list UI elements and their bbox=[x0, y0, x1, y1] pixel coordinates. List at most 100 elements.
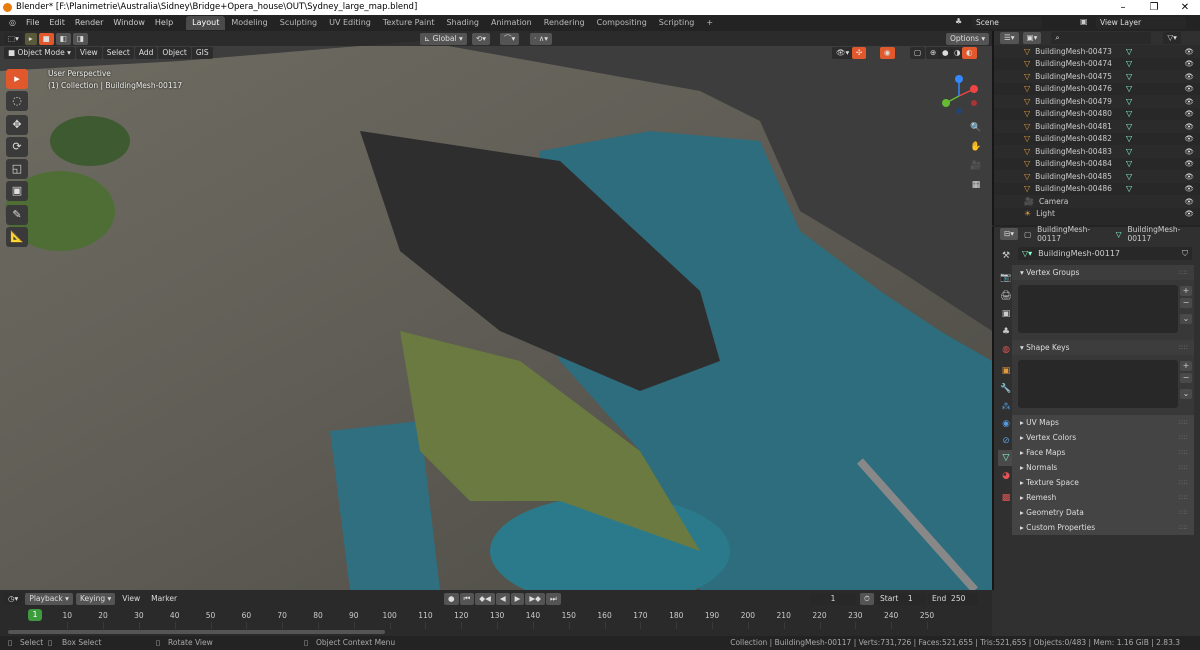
drag-handle-icon[interactable]: :::: bbox=[1179, 520, 1188, 535]
proportional-edit-button[interactable]: · ∧▾ bbox=[530, 33, 553, 45]
visibility-eye-icon[interactable]: 👁 bbox=[1184, 134, 1194, 143]
navigation-gizmo[interactable] bbox=[936, 73, 982, 119]
tab-texture-paint[interactable]: Texture Paint bbox=[377, 16, 441, 30]
add-workspace-button[interactable]: + bbox=[700, 16, 719, 30]
remove-shape-key-button[interactable]: − bbox=[1180, 373, 1192, 383]
visibility-eye-icon[interactable]: 👁 bbox=[1184, 84, 1194, 93]
menu-view[interactable]: View bbox=[75, 47, 102, 59]
tool-measure[interactable]: 📐 bbox=[6, 227, 28, 247]
mode-dropdown[interactable]: ■ Object Mode ▾ bbox=[4, 47, 75, 59]
tool-annotate[interactable]: ✎ bbox=[6, 205, 28, 225]
zoom-view-icon[interactable]: 🔍 bbox=[968, 120, 984, 136]
preview-range-icon[interactable]: ⏱ bbox=[860, 593, 874, 605]
jump-end-button[interactable]: ⏭ bbox=[545, 593, 561, 605]
menu-edit[interactable]: Edit bbox=[44, 15, 70, 31]
tab-modeling[interactable]: Modeling bbox=[225, 16, 273, 30]
visibility-eye-icon[interactable]: 👁 bbox=[1184, 184, 1194, 193]
timeline-editor-type-icon[interactable]: ◷▾ bbox=[4, 593, 23, 605]
visibility-eye-icon[interactable]: 👁 bbox=[1184, 147, 1194, 156]
scene-field[interactable]: Scene bbox=[972, 17, 1042, 29]
outliner-item-light[interactable]: ☀ Light 👁 bbox=[994, 208, 1200, 221]
editor-type-icon[interactable]: ⬚▾ bbox=[4, 32, 23, 45]
panel-vertex-groups[interactable]: ▾ Vertex Groups:::: bbox=[1012, 265, 1194, 280]
select-mode-new-icon[interactable]: ■ bbox=[38, 32, 54, 45]
outliner-item[interactable]: ▽ BuildingMesh-00480 ▽ 👁 bbox=[994, 108, 1200, 121]
blender-menu-icon[interactable]: ◎ bbox=[4, 15, 21, 31]
menu-add[interactable]: Add bbox=[134, 47, 158, 59]
outliner-item[interactable]: ▽ BuildingMesh-00473 ▽ 👁 bbox=[994, 45, 1200, 58]
drag-handle-icon[interactable]: :::: bbox=[1179, 340, 1188, 355]
outliner-item[interactable]: ▽ BuildingMesh-00483 ▽ 👁 bbox=[994, 145, 1200, 158]
options-dropdown[interactable]: Options ▾ bbox=[946, 33, 990, 45]
outliner-item-camera[interactable]: 🎥 Camera 👁 bbox=[994, 195, 1200, 208]
next-keyframe-button[interactable]: ▶◆ bbox=[525, 593, 545, 605]
tool-transform[interactable]: ▣ bbox=[6, 181, 28, 201]
vertex-groups-list[interactable] bbox=[1018, 285, 1178, 333]
menu-object[interactable]: Object bbox=[158, 47, 191, 59]
outliner-item[interactable]: ▽ BuildingMesh-00484 ▽ 👁 bbox=[994, 158, 1200, 171]
drag-handle-icon[interactable]: :::: bbox=[1179, 475, 1188, 490]
outliner-item[interactable]: ▽ BuildingMesh-00475 ▽ 👁 bbox=[994, 70, 1200, 83]
menu-render[interactable]: Render bbox=[70, 15, 108, 31]
tool-rotate[interactable]: ⟳ bbox=[6, 137, 28, 157]
visibility-eye-icon[interactable]: 👁 bbox=[1184, 209, 1194, 218]
visibility-dropdown[interactable]: 👁▾ bbox=[832, 47, 854, 59]
tool-scale[interactable]: ◱ bbox=[6, 159, 28, 179]
outliner-search-input[interactable]: ⌕ bbox=[1051, 32, 1152, 44]
perspective-toggle-icon[interactable]: ▦ bbox=[968, 177, 984, 193]
select-mode-extend-icon[interactable]: ◧ bbox=[55, 32, 71, 45]
editor-type-dropdown[interactable]: ⊟▾ bbox=[1000, 228, 1019, 240]
timeline-scrollbar[interactable] bbox=[8, 630, 385, 634]
overlay-toggle[interactable]: ◉ bbox=[880, 47, 895, 59]
select-mode-subtract-icon[interactable]: ◨ bbox=[72, 32, 88, 45]
tool-select-box[interactable]: ▸ bbox=[6, 69, 28, 89]
tab-compositing[interactable]: Compositing bbox=[591, 16, 653, 30]
visibility-eye-icon[interactable]: 👁 bbox=[1184, 59, 1194, 68]
shape-keys-list[interactable] bbox=[1018, 360, 1178, 408]
camera-view-icon[interactable]: 🎥 bbox=[968, 158, 984, 174]
tool-move[interactable]: ✥ bbox=[6, 115, 28, 135]
restore-button[interactable]: ❐ bbox=[1139, 0, 1169, 15]
outliner-item[interactable]: ▽ BuildingMesh-00476 ▽ 👁 bbox=[994, 83, 1200, 96]
panel-geometry-data[interactable]: ▸ Geometry Data:::: bbox=[1012, 505, 1194, 520]
play-reverse-button[interactable]: ◀ bbox=[495, 593, 510, 605]
record-button[interactable]: ● bbox=[444, 593, 459, 605]
filter-icon[interactable]: ▽▾ bbox=[1163, 32, 1181, 44]
outliner-item[interactable]: ▽ BuildingMesh-00481 ▽ 👁 bbox=[994, 120, 1200, 133]
tool-cursor[interactable]: ◌ bbox=[6, 91, 28, 111]
drag-handle-icon[interactable]: :::: bbox=[1179, 460, 1188, 475]
outliner-filter-dropdown[interactable]: ▣▾ bbox=[1022, 32, 1042, 44]
outliner-item[interactable]: ▽ BuildingMesh-00482 ▽ 👁 bbox=[994, 133, 1200, 146]
menu-timeline-view[interactable]: View bbox=[118, 593, 144, 605]
prev-keyframe-button[interactable]: ◆◀ bbox=[475, 593, 495, 605]
tab-animation[interactable]: Animation bbox=[485, 16, 538, 30]
drag-handle-icon[interactable]: :::: bbox=[1179, 490, 1188, 505]
panel-normals[interactable]: ▸ Normals:::: bbox=[1012, 460, 1194, 475]
current-frame-field[interactable]: 1 bbox=[810, 593, 856, 605]
tool-tab-icon[interactable]: ⚒ bbox=[998, 248, 1014, 264]
menu-keying[interactable]: Keying ▾ bbox=[75, 593, 116, 605]
menu-select[interactable]: Select bbox=[102, 47, 134, 59]
xray-toggle[interactable]: ▢ bbox=[910, 47, 926, 59]
panel-texture-space[interactable]: ▸ Texture Space:::: bbox=[1012, 475, 1194, 490]
tab-layout[interactable]: Layout bbox=[186, 16, 226, 30]
pan-view-icon[interactable]: ✋ bbox=[968, 139, 984, 155]
outliner-item[interactable]: ▽ BuildingMesh-00486 ▽ 👁 bbox=[994, 183, 1200, 196]
orientation-dropdown[interactable]: ⊾ Global ▾ bbox=[420, 33, 467, 45]
end-frame-field[interactable]: End 250 bbox=[928, 593, 978, 605]
view-layer-field[interactable]: View Layer bbox=[1096, 17, 1186, 29]
drag-handle-icon[interactable]: :::: bbox=[1179, 505, 1188, 520]
view-layer-icon[interactable]: ▣ bbox=[1080, 17, 1088, 26]
display-mode-dropdown[interactable]: ☰▾ bbox=[1000, 32, 1019, 44]
select-tool-icon[interactable]: ▸ bbox=[24, 32, 37, 45]
outliner-item[interactable]: ▽ BuildingMesh-00474 ▽ 👁 bbox=[994, 58, 1200, 71]
visibility-eye-icon[interactable]: 👁 bbox=[1184, 97, 1194, 106]
panel-remesh[interactable]: ▸ Remesh:::: bbox=[1012, 490, 1194, 505]
add-vertex-group-button[interactable]: + bbox=[1180, 286, 1192, 296]
visibility-eye-icon[interactable]: 👁 bbox=[1184, 109, 1194, 118]
panel-shape-keys[interactable]: ▾ Shape Keys:::: bbox=[1012, 340, 1194, 355]
menu-playback[interactable]: Playback ▾ bbox=[25, 593, 73, 605]
tab-uv-editing[interactable]: UV Editing bbox=[323, 16, 377, 30]
outliner-item[interactable]: ▽ BuildingMesh-00479 ▽ 👁 bbox=[994, 95, 1200, 108]
outliner-item[interactable]: ▽ BuildingMesh-00485 ▽ 👁 bbox=[994, 170, 1200, 183]
